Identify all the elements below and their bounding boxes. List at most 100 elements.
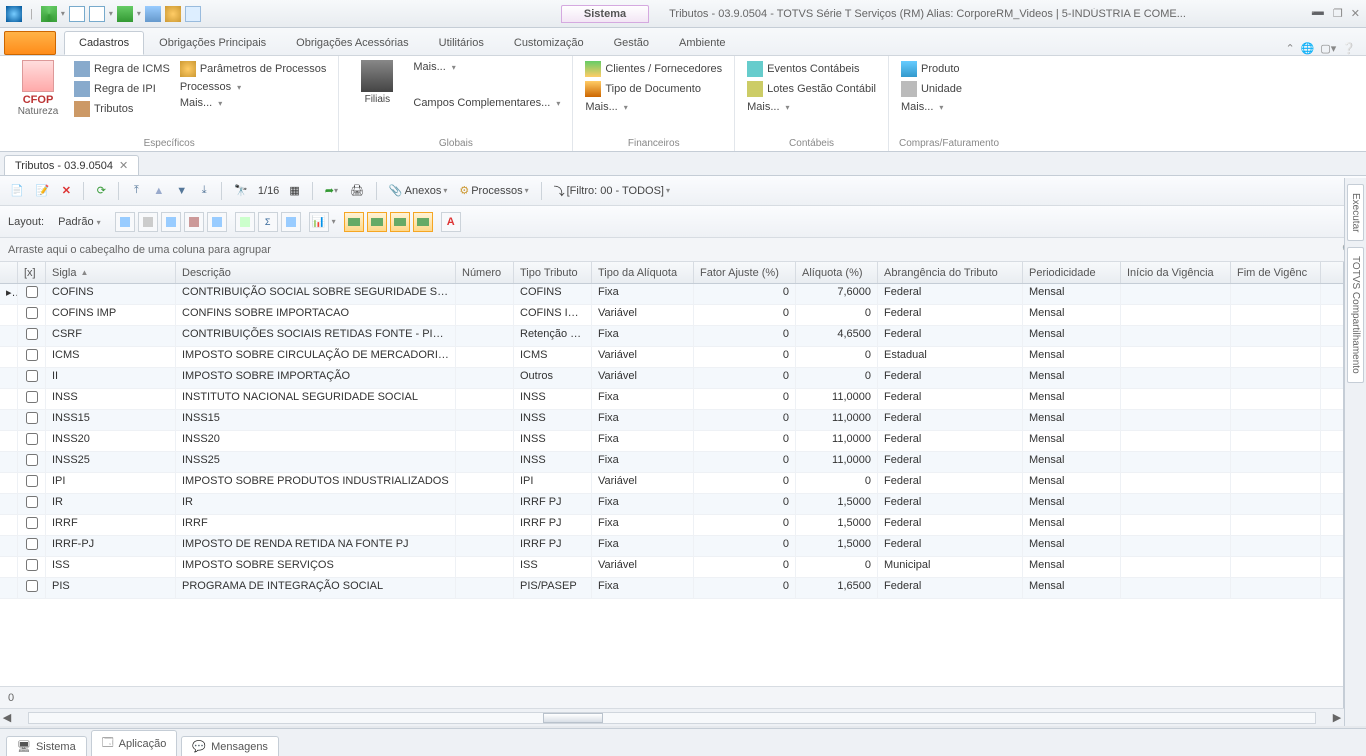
row-checkbox-cell[interactable] [18, 326, 46, 346]
close-doc-icon[interactable]: ✕ [119, 159, 128, 172]
scroll-left-icon[interactable]: ◀ [0, 711, 14, 725]
new-window-icon[interactable] [69, 6, 85, 22]
side-executar-button[interactable]: Executar [1347, 184, 1364, 241]
mais-globais-button[interactable]: Mais...▾ [411, 60, 562, 74]
mais-especificos-button[interactable]: Mais...▾ [178, 96, 329, 110]
mais-contabeis-button[interactable]: Mais...▾ [745, 100, 878, 114]
layout-tool-4[interactable] [184, 212, 204, 232]
window-icon[interactable] [89, 6, 105, 22]
row-checkbox-cell[interactable] [18, 515, 46, 535]
ribbon-tab-cadastros[interactable]: Cadastros [64, 31, 144, 55]
row-checkbox-cell[interactable] [18, 368, 46, 388]
bottom-tab-mensagens[interactable]: 💬Mensagens [181, 736, 279, 756]
layout-tool-2[interactable] [138, 212, 158, 232]
row-checkbox-cell[interactable] [18, 284, 46, 304]
first-record-button[interactable]: ⤒ [127, 181, 145, 201]
row-checkbox-cell[interactable] [18, 536, 46, 556]
tributos-button[interactable]: Tributos [72, 100, 172, 118]
col-aliquota[interactable]: Alíquota (%) [796, 262, 878, 283]
col-tipo-tributo[interactable]: Tipo Tributo [514, 262, 592, 283]
font-tool[interactable]: A [441, 212, 461, 232]
row-checkbox[interactable] [26, 370, 38, 382]
view-mode-3[interactable] [390, 212, 410, 232]
filiais-button[interactable]: Filiais [349, 60, 405, 105]
unidade-button[interactable]: Unidade [899, 80, 964, 98]
grid-body[interactable]: ▸COFINSCONTRIBUIÇÃO SOCIAL SOBRE SEGURID… [0, 284, 1343, 686]
col-fim-vigencia[interactable]: Fim de Vigênc [1231, 262, 1321, 283]
col-numero[interactable]: Número [456, 262, 514, 283]
side-totvs-button[interactable]: TOTVS Compartilhamento [1347, 247, 1364, 383]
help-icon[interactable]: ❔ [1342, 42, 1356, 55]
table-row[interactable]: INSS15INSS15INSSFixa011,0000FederalMensa… [0, 410, 1343, 431]
row-checkbox[interactable] [26, 412, 38, 424]
app-logo-icon[interactable] [6, 6, 22, 22]
lotes-gestao-button[interactable]: Lotes Gestão Contábil [745, 80, 878, 98]
table-row[interactable]: ▸COFINSCONTRIBUIÇÃO SOCIAL SOBRE SEGURID… [0, 284, 1343, 305]
context-tab-sistema[interactable]: Sistema [561, 5, 649, 23]
ribbon-tab-customizacao[interactable]: Customização [499, 31, 599, 55]
row-checkbox[interactable] [26, 433, 38, 445]
produto-button[interactable]: Produto [899, 60, 964, 78]
prev-record-button[interactable]: ▲ [149, 181, 168, 201]
layout-tool-7[interactable]: Σ [258, 212, 278, 232]
row-checkbox[interactable] [26, 286, 38, 298]
layout-tool-3[interactable] [161, 212, 181, 232]
copy-icon[interactable] [185, 6, 201, 22]
next-record-button[interactable]: ▼ [172, 181, 191, 201]
layout-tool-5[interactable] [207, 212, 227, 232]
filtro-button[interactable]: ⤵[Filtro: 00 - TODOS]▾ [550, 181, 674, 201]
parametros-processos-button[interactable]: Parâmetros de Processos [178, 60, 329, 78]
col-tipo-aliquota[interactable]: Tipo da Alíquota [592, 262, 694, 283]
row-checkbox-cell[interactable] [18, 557, 46, 577]
mais-compras-button[interactable]: Mais...▾ [899, 100, 964, 114]
collapse-ribbon-icon[interactable]: ⌃ [1285, 42, 1294, 55]
row-checkbox-cell[interactable] [18, 473, 46, 493]
row-checkbox[interactable] [26, 328, 38, 340]
row-checkbox[interactable] [26, 307, 38, 319]
col-inicio-vigencia[interactable]: Início da Vigência [1121, 262, 1231, 283]
row-checkbox-cell[interactable] [18, 305, 46, 325]
ribbon-tab-ambiente[interactable]: Ambiente [664, 31, 740, 55]
print-button[interactable]: 🖨 [346, 181, 368, 201]
regra-ipi-button[interactable]: Regra de IPI [72, 80, 172, 98]
refresh-button[interactable]: ⟳ [92, 181, 110, 201]
table-row[interactable]: IRIRIRRF PJFixa01,5000FederalMensal [0, 494, 1343, 515]
globe-icon[interactable]: 🌐 [1301, 42, 1315, 55]
table-row[interactable]: ICMSIMPOSTO SOBRE CIRCULAÇÃO DE MERCADOR… [0, 347, 1343, 368]
row-checkbox-cell[interactable] [18, 410, 46, 430]
tipo-documento-button[interactable]: Tipo de Documento [583, 80, 724, 98]
table-row[interactable]: IIIMPOSTO SOBRE IMPORTAÇÃOOutrosVariável… [0, 368, 1343, 389]
scroll-thumb[interactable] [543, 713, 603, 723]
minimize-icon[interactable]: ➖ [1311, 7, 1325, 20]
save-icon[interactable] [117, 6, 133, 22]
table-row[interactable]: INSS20INSS20INSSFixa011,0000FederalMensa… [0, 431, 1343, 452]
row-checkbox[interactable] [26, 559, 38, 571]
mais-financeiros-button[interactable]: Mais...▾ [583, 100, 724, 114]
group-by-bar[interactable]: Arraste aqui o cabeçalho de uma coluna p… [0, 238, 1366, 262]
close-window-icon[interactable]: ✕ [1351, 7, 1360, 20]
columns-button[interactable]: ▦ [285, 181, 303, 201]
table-row[interactable]: IRRFIRRFIRRF PJFixa01,5000FederalMensal [0, 515, 1343, 536]
col-periodicidade[interactable]: Periodicidade [1023, 262, 1121, 283]
doc-tab-tributos[interactable]: Tributos - 03.9.0504 ✕ [4, 155, 139, 175]
row-checkbox-cell[interactable] [18, 578, 46, 598]
window-layout-icon[interactable]: ▢▾ [1320, 42, 1336, 55]
edit-record-button[interactable]: 📝 [32, 181, 54, 201]
row-checkbox-cell[interactable] [18, 431, 46, 451]
view-mode-2[interactable] [367, 212, 387, 232]
ribbon-tab-obrigacoes-acessorias[interactable]: Obrigações Acessórias [281, 31, 424, 55]
layout-dropdown[interactable]: Padrão ▾ [52, 214, 107, 230]
layout-tool-6[interactable] [235, 212, 255, 232]
anexos-button[interactable]: 📎Anexos▾ [385, 181, 451, 201]
new-record-button[interactable]: 📄 [6, 181, 28, 201]
row-checkbox-cell[interactable] [18, 389, 46, 409]
col-sigla[interactable]: Sigla▲ [46, 262, 176, 283]
table-row[interactable]: IPIIMPOSTO SOBRE PRODUTOS INDUSTRIALIZAD… [0, 473, 1343, 494]
view-mode-4[interactable] [413, 212, 433, 232]
col-abrangencia[interactable]: Abrangência do Tributo [878, 262, 1023, 283]
ribbon-tab-obrigacoes-principais[interactable]: Obrigações Principais [144, 31, 281, 55]
table-row[interactable]: CSRFCONTRIBUIÇÕES SOCIAIS RETIDAS FONTE … [0, 326, 1343, 347]
chart-tool[interactable]: 📊 [309, 212, 329, 232]
row-checkbox[interactable] [26, 496, 38, 508]
table-row[interactable]: INSS25INSS25INSSFixa011,0000FederalMensa… [0, 452, 1343, 473]
